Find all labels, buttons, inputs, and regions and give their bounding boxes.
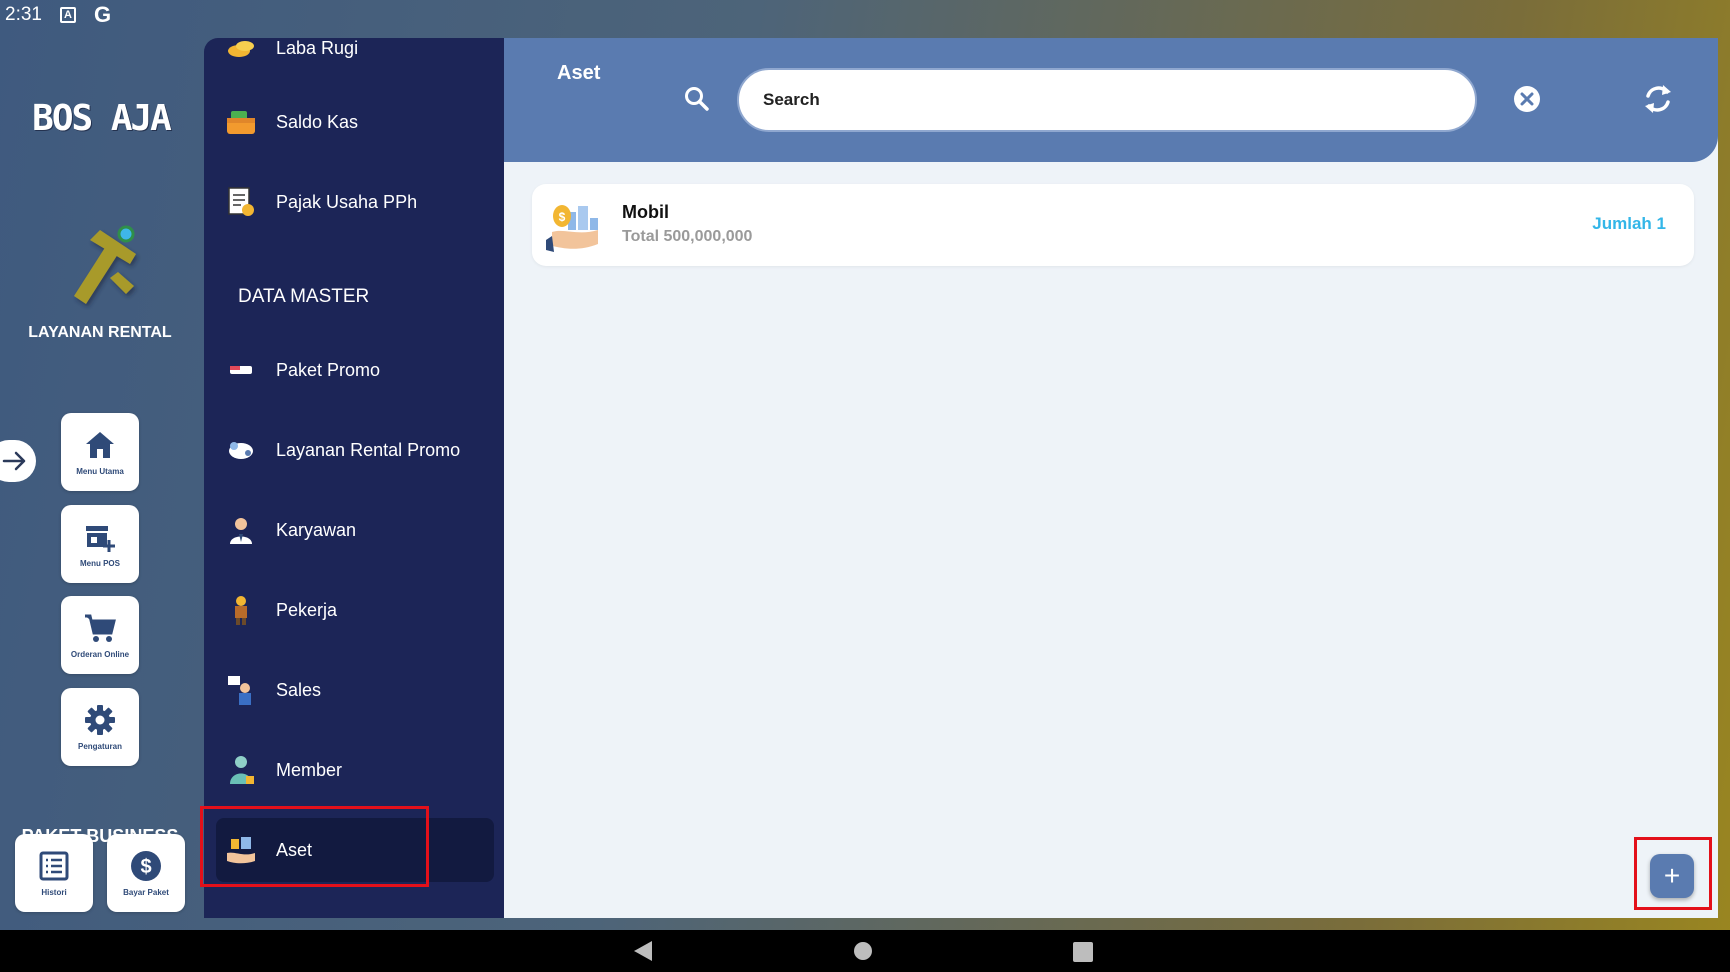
wallet-icon bbox=[224, 105, 258, 139]
pengaturan-tile[interactable]: Pengaturan bbox=[61, 688, 139, 766]
sales-icon bbox=[224, 673, 258, 707]
app-logo: BOS AJA bbox=[32, 98, 172, 139]
menu-item-paket-promo[interactable]: Paket Promo bbox=[216, 338, 494, 402]
menu-utama-tile[interactable]: Menu Utama bbox=[61, 413, 139, 491]
coins-icon bbox=[224, 38, 258, 65]
menu-item-laba-rugi[interactable]: Laba Rugi bbox=[216, 38, 494, 80]
menu-item-label: Saldo Kas bbox=[276, 111, 359, 132]
clear-search-icon[interactable] bbox=[1512, 84, 1542, 114]
menu-pos-tile[interactable]: Menu POS bbox=[61, 505, 139, 583]
tile-label: Bayar Paket bbox=[123, 888, 169, 897]
pos-store-icon bbox=[86, 526, 115, 552]
bayar-paket-tile[interactable]: $ Bayar Paket bbox=[107, 834, 185, 912]
promo-cloud-icon bbox=[224, 433, 258, 467]
rental-hammer-icon bbox=[74, 225, 136, 304]
arrow-right-icon bbox=[2, 451, 26, 471]
member-icon bbox=[224, 753, 258, 787]
status-bar: 2:31 A G bbox=[0, 0, 1730, 30]
home-nav-icon[interactable] bbox=[854, 942, 872, 960]
svg-text:$: $ bbox=[140, 856, 151, 878]
svg-text:$: $ bbox=[559, 210, 566, 224]
highlight-box-add bbox=[1634, 837, 1712, 910]
gear-icon bbox=[85, 705, 115, 735]
menu-item-label: Layanan Rental Promo bbox=[276, 439, 461, 460]
menu-item-label: Karyawan bbox=[276, 519, 357, 540]
page-title: Aset bbox=[557, 62, 601, 84]
menu-item-pajak-usaha[interactable]: Pajak Usaha PPh bbox=[216, 170, 494, 234]
home-icon bbox=[86, 432, 114, 458]
menu-item-karyawan[interactable]: Karyawan bbox=[216, 498, 494, 562]
app-header: Aset bbox=[504, 38, 1718, 162]
left-rail: BOS AJA LAYANAN RENTAL Menu Utama Menu P… bbox=[0, 30, 204, 930]
main-content: Aset $ Mobil Total 500,000,000 J bbox=[504, 38, 1718, 918]
system-nav-bar bbox=[0, 930, 1730, 972]
menu-panel: Laba Rugi Saldo Kas Pajak Usaha PPh DATA… bbox=[204, 38, 504, 918]
tax-document-icon bbox=[224, 185, 258, 219]
back-icon[interactable] bbox=[632, 940, 654, 962]
tile-label: Menu POS bbox=[79, 559, 120, 568]
histori-tile[interactable]: Histori bbox=[15, 834, 93, 912]
menu-item-label: Sales bbox=[276, 679, 322, 700]
expand-sidebar-button[interactable] bbox=[0, 440, 36, 482]
worker-icon bbox=[224, 593, 258, 627]
status-time: 2:31 bbox=[5, 4, 42, 25]
menu-item-layanan-rental-promo[interactable]: Layanan Rental Promo bbox=[216, 418, 494, 482]
menu-item-saldo-kas[interactable]: Saldo Kas bbox=[216, 90, 494, 154]
menu-item-member[interactable]: Member bbox=[216, 738, 494, 802]
tile-label: Orderan Online bbox=[70, 650, 130, 659]
menu-item-sales[interactable]: Sales bbox=[216, 658, 494, 722]
tile-label: Pengaturan bbox=[77, 742, 122, 751]
menu-item-label: Pekerja bbox=[276, 599, 338, 620]
menu-item-pekerja[interactable]: Pekerja bbox=[216, 578, 494, 642]
tile-label: Menu Utama bbox=[76, 467, 124, 476]
menu-item-label: Laba Rugi bbox=[276, 38, 359, 58]
menu-item-label: Member bbox=[276, 759, 343, 780]
recent-apps-icon[interactable] bbox=[1073, 942, 1093, 962]
google-icon: G bbox=[93, 2, 112, 27]
tile-label: Histori bbox=[41, 888, 67, 897]
asset-hand-icon: $ bbox=[546, 205, 598, 252]
rail-title: LAYANAN RENTAL bbox=[28, 324, 172, 341]
highlight-box-aset bbox=[200, 806, 429, 887]
search-input[interactable] bbox=[737, 68, 1477, 132]
menu-item-label: Paket Promo bbox=[276, 359, 381, 380]
employee-icon bbox=[224, 513, 258, 547]
asset-count: Jumlah 1 bbox=[1592, 214, 1666, 233]
section-header-data-master: DATA MASTER bbox=[238, 286, 370, 307]
dollar-icon: $ bbox=[131, 851, 161, 881]
refresh-icon[interactable] bbox=[1642, 82, 1674, 116]
search-icon[interactable] bbox=[684, 86, 710, 112]
asset-name: Mobil bbox=[622, 202, 669, 222]
a-icon: A bbox=[59, 7, 76, 23]
list-icon bbox=[39, 851, 69, 881]
promo-ticket-icon bbox=[224, 353, 258, 387]
asset-list-item[interactable]: $ Mobil Total 500,000,000 Jumlah 1 bbox=[532, 184, 1694, 266]
asset-total: Total 500,000,000 bbox=[622, 228, 753, 245]
cart-icon bbox=[85, 614, 116, 642]
orderan-online-tile[interactable]: Orderan Online bbox=[61, 596, 139, 674]
menu-item-label: Pajak Usaha PPh bbox=[276, 191, 418, 212]
